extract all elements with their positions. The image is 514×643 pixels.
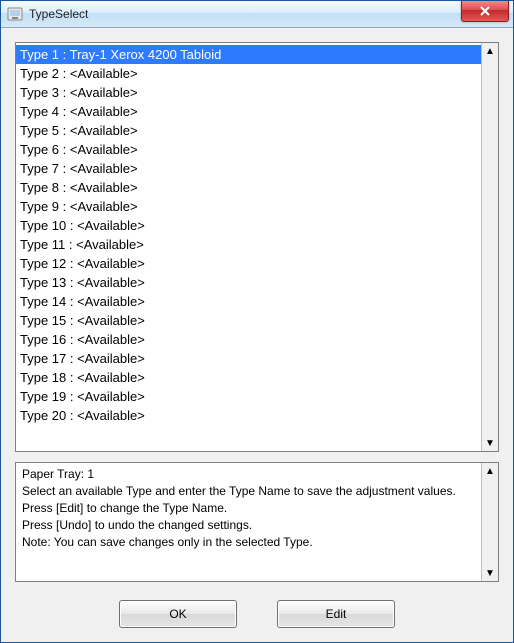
type-list-scrollbar[interactable]: ▲ ▼	[481, 43, 498, 451]
type-list-item[interactable]: Type 7 : <Available>	[16, 159, 482, 178]
scroll-down-icon[interactable]: ▼	[482, 565, 498, 581]
typeselect-window: TypeSelect Type 1 : Tray-1 Xerox 4200 Ta…	[0, 0, 514, 643]
info-panel: Paper Tray: 1 Select an available Type a…	[15, 462, 499, 582]
ok-button[interactable]: OK	[119, 600, 237, 628]
type-list-item[interactable]: Type 16 : <Available>	[16, 330, 482, 349]
info-line: Press [Undo] to undo the changed setting…	[22, 517, 476, 534]
type-list-item[interactable]: Type 10 : <Available>	[16, 216, 482, 235]
scroll-down-icon[interactable]: ▼	[482, 435, 498, 451]
type-list-item[interactable]: Type 12 : <Available>	[16, 254, 482, 273]
client-area: Type 1 : Tray-1 Xerox 4200 TabloidType 2…	[1, 28, 513, 642]
type-list-item[interactable]: Type 8 : <Available>	[16, 178, 482, 197]
info-line: Paper Tray: 1	[22, 466, 476, 483]
type-list-item[interactable]: Type 2 : <Available>	[16, 64, 482, 83]
type-list-panel: Type 1 : Tray-1 Xerox 4200 TabloidType 2…	[15, 42, 499, 452]
edit-button[interactable]: Edit	[277, 600, 395, 628]
type-list-item[interactable]: Type 9 : <Available>	[16, 197, 482, 216]
type-list-item[interactable]: Type 18 : <Available>	[16, 368, 482, 387]
button-row: OK Edit	[15, 582, 499, 628]
app-icon	[7, 6, 23, 22]
type-list[interactable]: Type 1 : Tray-1 Xerox 4200 TabloidType 2…	[16, 43, 482, 451]
info-scrollbar[interactable]: ▲ ▼	[481, 463, 498, 581]
scroll-up-icon[interactable]: ▲	[482, 43, 498, 59]
type-list-item[interactable]: Type 20 : <Available>	[16, 406, 482, 425]
scroll-up-icon[interactable]: ▲	[482, 463, 498, 479]
type-list-item[interactable]: Type 19 : <Available>	[16, 387, 482, 406]
info-line: Note: You can save changes only in the s…	[22, 534, 476, 551]
type-list-item[interactable]: Type 11 : <Available>	[16, 235, 482, 254]
info-line: Select an available Type and enter the T…	[22, 483, 476, 500]
info-line: Press [Edit] to change the Type Name.	[22, 500, 476, 517]
close-button[interactable]	[461, 1, 509, 22]
type-list-item[interactable]: Type 15 : <Available>	[16, 311, 482, 330]
window-title: TypeSelect	[29, 7, 88, 21]
type-list-item[interactable]: Type 4 : <Available>	[16, 102, 482, 121]
type-list-item[interactable]: Type 13 : <Available>	[16, 273, 482, 292]
type-list-item[interactable]: Type 14 : <Available>	[16, 292, 482, 311]
type-list-item[interactable]: Type 5 : <Available>	[16, 121, 482, 140]
type-list-item[interactable]: Type 17 : <Available>	[16, 349, 482, 368]
type-list-item[interactable]: Type 3 : <Available>	[16, 83, 482, 102]
titlebar[interactable]: TypeSelect	[1, 1, 513, 28]
type-list-item[interactable]: Type 6 : <Available>	[16, 140, 482, 159]
type-list-item[interactable]: Type 1 : Tray-1 Xerox 4200 Tabloid	[16, 45, 482, 64]
